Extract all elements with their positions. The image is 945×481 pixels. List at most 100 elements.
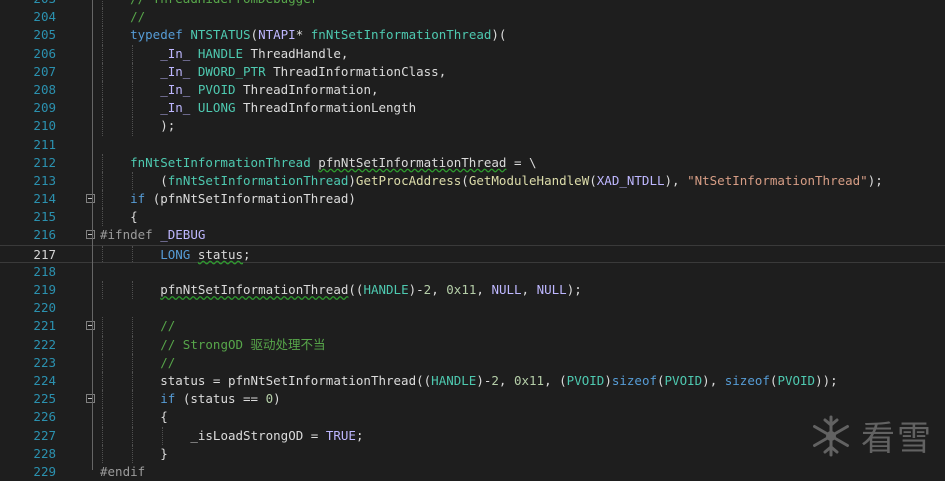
- code-token: PVOID: [566, 372, 605, 388]
- code-line[interactable]: 214 if (pfnNtSetInformationThread): [0, 190, 945, 209]
- line-number: 204: [33, 9, 56, 25]
- code-token: , (: [544, 372, 567, 388]
- collapse-region-icon[interactable]: [86, 230, 95, 240]
- code-text: }: [160, 445, 168, 463]
- code-line[interactable]: 222 // StrongOD 驱动处理不当: [0, 335, 945, 354]
- indent-guide: [102, 44, 103, 63]
- line-number: 209: [33, 100, 56, 116]
- code-text: #ifndef _DEBUG: [100, 226, 205, 244]
- code-token: NTAPI: [258, 27, 296, 43]
- code-text: _In_ HANDLE ThreadHandle,: [160, 45, 348, 63]
- indent-guide: [102, 408, 103, 427]
- indent-guide: [132, 353, 134, 372]
- code-token: ),: [702, 372, 725, 388]
- code-text: if (status == 0): [160, 390, 280, 408]
- code-token: GetProcAddress: [355, 172, 462, 188]
- code-line[interactable]: 225 if (status == 0): [0, 390, 945, 409]
- code-line[interactable]: 213 (fnNtSetInformationThread)GetProcAddr…: [0, 171, 945, 191]
- code-token: fnNtSetInformationThread: [167, 172, 349, 188]
- line-number: 224: [33, 372, 56, 388]
- line-number: 207: [33, 63, 56, 79]
- code-token: // ThreadHideFromDebugger: [130, 0, 318, 6]
- code-token: {: [160, 409, 168, 425]
- code-line[interactable]: 212 fnNtSetInformationThread pfnNtSetInfo…: [0, 153, 945, 172]
- code-text: // StrongOD 驱动处理不当: [160, 336, 325, 354]
- code-line[interactable]: 204 //: [0, 8, 945, 27]
- indent-guide: [102, 371, 103, 391]
- code-token: )-: [476, 372, 492, 388]
- code-line[interactable]: 226 {: [0, 408, 945, 427]
- code-line[interactable]: 209 _In_ ULONG ThreadInformationLength: [0, 99, 945, 118]
- code-token: HANDLE: [197, 45, 244, 61]
- code-token: TRUE: [325, 427, 356, 443]
- collapse-region-icon[interactable]: [86, 394, 95, 404]
- code-text: (fnNtSetInformationThread)GetProcAddress…: [160, 172, 883, 190]
- line-number: 216: [33, 227, 56, 243]
- indent-guide: [132, 80, 134, 100]
- code-token: LONG: [160, 246, 191, 262]
- code-token: #endif: [100, 463, 146, 479]
- code-line[interactable]: 220: [0, 299, 945, 317]
- indent-guide: [102, 99, 103, 118]
- collapse-region-icon[interactable]: [86, 194, 95, 204]
- indent-guide: [132, 371, 134, 391]
- code-token: #ifndef: [100, 227, 153, 243]
- code-line[interactable]: 221 //: [0, 317, 945, 336]
- code-editor[interactable]: 203 // ThreadHideFromDebugger 204 // 205 type…: [0, 0, 945, 481]
- code-token: //: [130, 9, 146, 25]
- code-line[interactable]: 219 pfnNtSetInformationThread((HANDLE)-2,…: [0, 281, 945, 300]
- indent-guide: [102, 208, 103, 227]
- code-line[interactable]: 228}: [0, 444, 945, 463]
- code-line[interactable]: 229 #endif: [0, 463, 945, 481]
- code-line[interactable]: 208 _In_ PVOID ThreadInformation,: [0, 80, 945, 100]
- code-token: ,: [476, 282, 492, 297]
- indent-guide: [102, 62, 103, 81]
- indent-guide: [132, 44, 134, 63]
- code-line[interactable]: 211: [0, 136, 945, 154]
- code-line[interactable]: 218: [0, 263, 945, 281]
- code-token: PVOID: [777, 372, 816, 388]
- code-line[interactable]: 224 status = pfnNtSetInformationThread((H…: [0, 371, 945, 391]
- indent-guide: [102, 153, 103, 172]
- line-number: 226: [33, 409, 56, 425]
- code-text: //: [160, 317, 175, 335]
- code-text: pfnNtSetInformationThread((HANDLE)-2, 0x…: [160, 281, 582, 299]
- code-token: }: [160, 445, 168, 461]
- line-number: 210: [33, 118, 56, 134]
- line-number: 214: [33, 191, 56, 207]
- code-line[interactable]: 227 _isLoadStrongOD = TRUE;: [0, 426, 945, 445]
- code-line[interactable]: 216 #ifndef _DEBUG: [0, 226, 945, 244]
- collapse-region-icon[interactable]: [86, 321, 95, 331]
- code-token: 0x11: [446, 282, 477, 297]
- code-token: *: [295, 27, 311, 43]
- line-number: 229: [33, 463, 56, 479]
- code-token: ThreadHandle,: [243, 45, 349, 61]
- code-line[interactable]: 207 _In_ DWORD_PTR ThreadInformationClass…: [0, 62, 945, 81]
- code-text: if (pfnNtSetInformationThread): [130, 190, 356, 208]
- code-line[interactable]: 215 {: [0, 208, 945, 227]
- code-token: HANDLE: [431, 372, 477, 388]
- snowflake-icon: [813, 415, 849, 456]
- code-token: )(: [491, 27, 507, 43]
- code-line[interactable]: 217 LONG status;: [0, 244, 945, 263]
- code-token: ((: [348, 282, 364, 297]
- indent-guide: [132, 390, 134, 409]
- code-text: #endif: [100, 463, 145, 481]
- indent-guide: [102, 190, 103, 209]
- code-token: // StrongOD 驱动处理不当: [160, 336, 326, 352]
- code-line[interactable]: 223 //: [0, 353, 945, 372]
- code-token: fnNtSetInformationThread: [310, 27, 492, 43]
- outlining-margin: [92, 0, 93, 470]
- code-line[interactable]: 206 _In_ HANDLE ThreadHandle,: [0, 44, 945, 63]
- line-number: 228: [33, 445, 56, 461]
- code-token: NTSTATUS: [190, 27, 251, 43]
- code-line[interactable]: 203 // ThreadHideFromDebugger: [0, 0, 945, 9]
- indent-guide: [132, 99, 134, 118]
- code-line[interactable]: 205 typedef NTSTATUS(NTAPI* fnNtSetInform…: [0, 26, 945, 45]
- code-token: (: [589, 172, 597, 188]
- code-line[interactable]: 210);: [0, 117, 945, 136]
- code-token: ): [273, 391, 281, 407]
- indent-guide: [102, 426, 103, 445]
- code-token: ;: [243, 246, 251, 262]
